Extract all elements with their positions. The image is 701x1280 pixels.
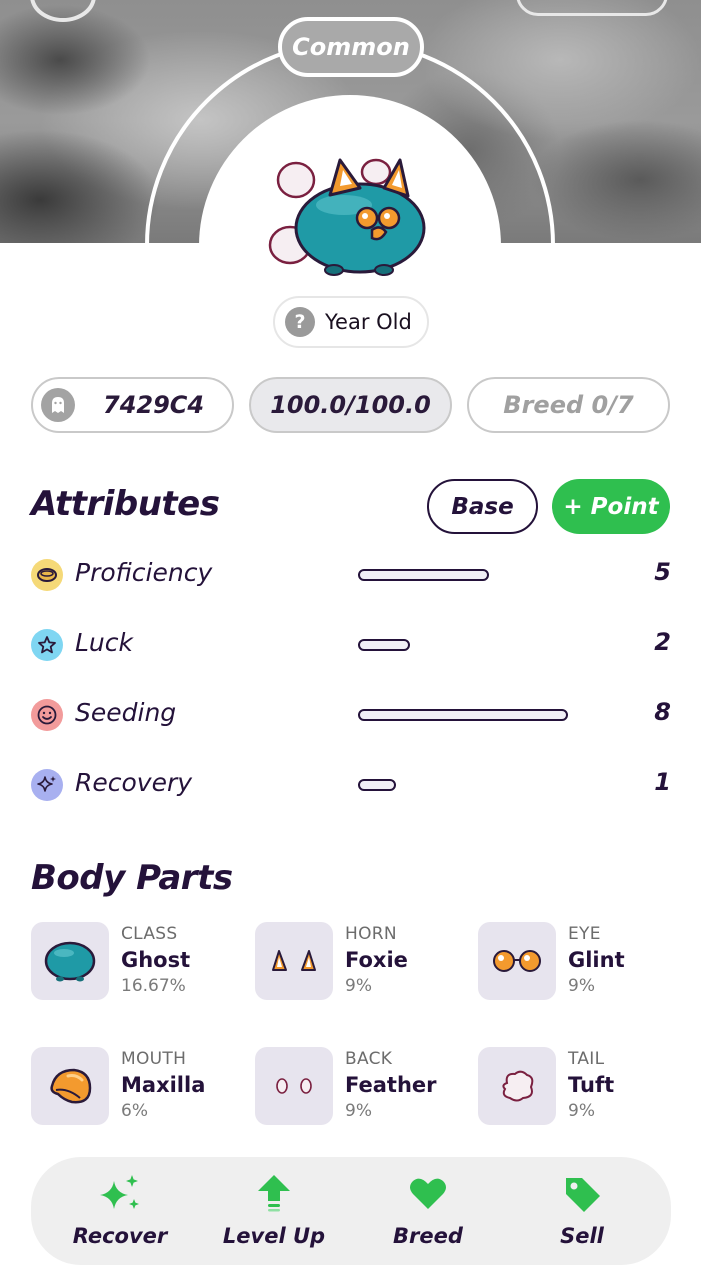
ghost-body-icon [31,922,109,1000]
part-name: Tuft [568,1073,615,1097]
tag-icon [562,1172,602,1216]
body-part-mouth[interactable]: MOUTH Maxilla 6% [31,1047,231,1127]
top-right-button[interactable] [516,0,668,16]
part-percent: 9% [568,1101,595,1121]
body-part-tail[interactable]: TAIL Tuft 9% [478,1047,678,1127]
tuft-icon [478,1047,556,1125]
smile-icon [31,699,63,731]
attribute-row-seeding: Seeding 8 [31,696,671,736]
part-type: CLASS [121,924,178,944]
attribute-bar [358,639,410,651]
attribute-bar [358,569,489,581]
sell-label: Sell [560,1224,604,1248]
question-icon[interactable]: ? [285,307,315,337]
breed-label: Breed [393,1224,463,1248]
fox-ears-icon [255,922,333,1000]
part-percent: 9% [345,1101,372,1121]
action-bar: Recover Level Up Breed Sell [31,1157,671,1265]
attribute-value: 2 [654,628,671,656]
part-name: Ghost [121,948,191,972]
heart-icon [409,1172,447,1216]
body-part-eye[interactable]: EYE Glint 9% [478,922,678,1002]
attribute-name: Proficiency [75,558,213,587]
part-type: EYE [568,924,601,944]
age-badge: ? Year Old [273,296,429,348]
axie-avatar [264,150,439,285]
body-part-horn[interactable]: HORN Foxie 9% [255,922,455,1002]
part-percent: 6% [121,1101,148,1121]
part-type: BACK [345,1049,393,1069]
body-part-back[interactable]: BACK Feather 9% [255,1047,455,1127]
sparkles-icon [98,1172,142,1216]
age-label: Year Old [325,310,412,334]
axie-id: 7429C4 [103,391,205,419]
beak-icon [31,1047,109,1125]
attribute-row-luck: Luck 2 [31,626,671,666]
ghost-icon [41,388,75,422]
part-percent: 9% [345,976,372,996]
part-name: Foxie [345,948,408,972]
sparkle-icon [31,769,63,801]
body-part-class[interactable]: CLASS Ghost 16.67% [31,922,231,1002]
breed-button[interactable]: Breed [358,1157,498,1265]
recover-label: Recover [72,1224,168,1248]
attribute-row-proficiency: Proficiency 5 [31,556,671,596]
attribute-name: Recovery [75,768,193,797]
coin-icon [31,559,63,591]
breed-count-pill: Breed 0/7 [467,377,670,433]
attribute-value: 5 [654,558,671,586]
rarity-badge: Common [278,17,424,77]
feather-icon [255,1047,333,1125]
part-percent: 16.67% [121,976,186,996]
glasses-icon [478,922,556,1000]
attribute-value: 8 [654,698,671,726]
attribute-value: 1 [654,768,671,796]
level-up-label: Level Up [222,1224,326,1248]
attribute-bar [358,779,396,791]
part-type: HORN [345,924,397,944]
part-name: Glint [568,948,625,972]
recover-button[interactable]: Recover [50,1157,190,1265]
part-type: MOUTH [121,1049,187,1069]
attribute-bar [358,709,568,721]
base-button[interactable]: Base [427,479,538,534]
attributes-title: Attributes [31,484,220,524]
part-name: Maxilla [121,1073,206,1097]
part-name: Feather [345,1073,437,1097]
health-pill: 100.0/100.0 [249,377,452,433]
attribute-name: Seeding [75,698,177,727]
axie-id-pill[interactable]: 7429C4 [31,377,234,433]
part-type: TAIL [568,1049,605,1069]
part-percent: 9% [568,976,595,996]
body-parts-title: Body Parts [31,858,233,898]
sell-button[interactable]: Sell [512,1157,652,1265]
add-point-button[interactable]: + Point [552,479,670,534]
attribute-row-recovery: Recovery 1 [31,766,671,806]
star-icon [31,629,63,661]
arrow-up-icon [256,1172,292,1216]
level-up-button[interactable]: Level Up [204,1157,344,1265]
attribute-name: Luck [75,628,133,657]
